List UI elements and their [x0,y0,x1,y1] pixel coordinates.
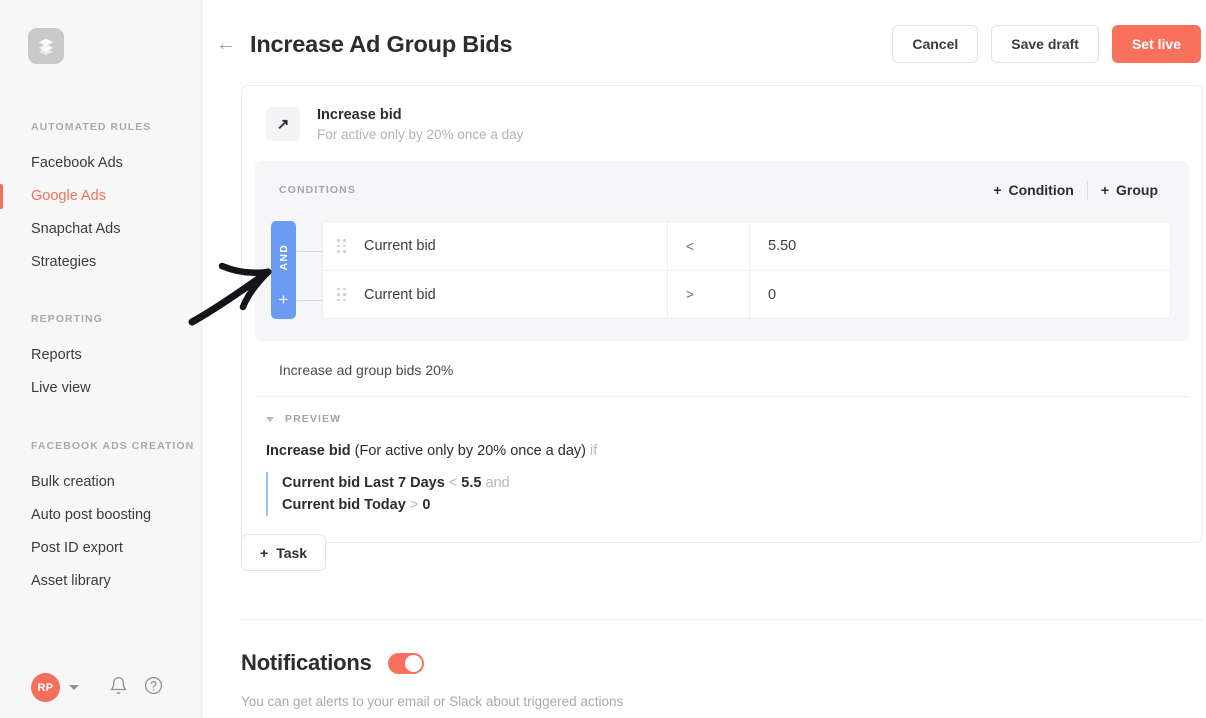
task-action-header: ↗ Increase bid For active only by 20% on… [242,86,1202,161]
caret-down-icon [266,417,274,422]
arrow-left-icon[interactable]: ← [216,34,236,54]
drag-handle-icon[interactable] [337,288,346,302]
connector-line [296,300,322,301]
add-condition-to-group-button[interactable]: + [279,291,289,308]
nav-section-label-reporting: REPORTING [0,313,201,325]
page-title: Increase Ad Group Bids [250,31,512,58]
preview-condition-operator: < [449,475,457,491]
condition-field-value: Current bid [364,238,436,254]
add-condition-button[interactable]: + Condition [980,182,1087,198]
preview-condition-field: Current bid Last 7 Days [282,475,445,491]
add-task-button[interactable]: + Task [241,534,326,571]
bell-icon[interactable] [109,676,128,700]
app-root: AUTOMATED RULES Facebook Ads Google Ads … [0,0,1206,718]
top-bar-actions: Cancel Save draft Set live [892,25,1201,63]
and-operator-label: AND [278,244,290,270]
condition-value-cell[interactable]: 5.50 [750,222,1170,270]
preview-condition-operator: > [410,497,418,513]
plus-icon: + [260,545,268,561]
condition-rows: Current bid < 5.50 Current bid > 0 [322,221,1171,319]
save-draft-button[interactable]: Save draft [991,25,1099,63]
conditions-panel-header: CONDITIONS + Condition + Group [255,178,1189,202]
app-logo[interactable] [28,28,64,64]
preview-toggle[interactable]: PREVIEW [242,397,1202,425]
add-group-button[interactable]: + Group [1088,182,1171,198]
task-action-subtitle: For active only by 20% once a day [317,125,523,145]
preview-condition-value: 5.5 [461,475,481,491]
chevron-down-icon[interactable] [69,685,79,690]
and-operator-block[interactable]: AND + [271,221,296,319]
sidebar-item-facebook-ads[interactable]: Facebook Ads [0,147,201,180]
arrow-up-right-icon: ↗ [266,107,300,141]
sidebar-item-snapchat-ads[interactable]: Snapchat Ads [0,213,201,246]
nav-section-label-facebook-ads-creation: FACEBOOK ADS CREATION [0,440,201,452]
notifications-description: You can get alerts to your email or Slac… [241,694,623,709]
preview-condition-field: Current bid Today [282,497,406,513]
sidebar: AUTOMATED RULES Facebook Ads Google Ads … [0,0,202,718]
preview-condition-value: 0 [422,497,430,513]
conditions-actions: + Condition + Group [980,181,1171,200]
preview-condition-line: Current bid Today > 0 [282,494,1178,516]
preview-headline-action: Increase bid [266,443,351,459]
sidebar-item-live-view[interactable]: Live view [0,372,201,405]
condition-value-cell[interactable]: 0 [750,271,1170,318]
condition-field-value: Current bid [364,287,436,303]
sidebar-item-reports[interactable]: Reports [0,339,201,372]
table-row[interactable]: Current bid > 0 [322,270,1171,319]
main-content: ← Increase Ad Group Bids Cancel Save dra… [202,0,1206,718]
preview-headline: Increase bid (For active only by 20% onc… [266,441,1178,461]
toggle-knob [405,655,422,672]
condition-field-cell[interactable]: Current bid [323,222,668,270]
set-live-button[interactable]: Set live [1112,25,1201,63]
preview-condition-line: Current bid Last 7 Days < 5.5 and [282,472,1178,494]
nav-group-facebook-ads-creation: FACEBOOK ADS CREATION Bulk creation Auto… [0,440,201,598]
nav-section-label-automated-rules: AUTOMATED RULES [0,121,201,133]
section-divider [241,619,1203,620]
conditions-body: AND + Current bid < [255,221,1189,319]
sidebar-item-strategies[interactable]: Strategies [0,246,201,279]
sidebar-item-asset-library[interactable]: Asset library [0,565,201,598]
sidebar-footer: RP [0,673,201,702]
action-description[interactable]: Increase ad group bids 20% [255,341,1189,397]
plus-icon: + [993,182,1001,198]
condition-operator-cell[interactable]: < [668,222,750,270]
table-row[interactable]: Current bid < 5.50 [322,221,1171,270]
conditions-label: CONDITIONS [279,184,356,196]
condition-operator-cell[interactable]: > [668,271,750,318]
preview-condition-suffix: and [486,475,510,491]
sidebar-item-auto-post-boosting[interactable]: Auto post boosting [0,499,201,532]
preview-body: Increase bid (For active only by 20% onc… [242,425,1202,542]
notifications-toggle[interactable] [388,653,424,674]
preview-headline-detail: (For active only by 20% once a day) [355,443,586,459]
preview-label: PREVIEW [285,413,341,425]
add-group-label: Group [1116,182,1158,198]
add-condition-label: Condition [1009,182,1074,198]
help-circle-icon[interactable] [144,676,163,700]
drag-handle-icon[interactable] [337,239,346,253]
preview-headline-if: if [590,443,597,459]
sidebar-item-google-ads[interactable]: Google Ads [0,180,201,213]
sidebar-item-bulk-creation[interactable]: Bulk creation [0,466,201,499]
add-task-label: Task [276,545,307,561]
condition-connectors [296,221,322,319]
nav-group-automated-rules: AUTOMATED RULES Facebook Ads Google Ads … [0,121,201,279]
avatar[interactable]: RP [31,673,60,702]
notifications-header: Notifications [241,650,424,676]
conditions-panel: CONDITIONS + Condition + Group [255,161,1189,341]
top-bar: ← Increase Ad Group Bids Cancel Save dra… [202,0,1206,88]
condition-field-cell[interactable]: Current bid [323,271,668,318]
sidebar-item-post-id-export[interactable]: Post ID export [0,532,201,565]
task-card: ↗ Increase bid For active only by 20% on… [241,85,1203,543]
preview-conditions: Current bid Last 7 Days < 5.5 and Curren… [266,472,1178,516]
cancel-button[interactable]: Cancel [892,25,978,63]
layers-logo-icon [28,28,64,64]
connector-line [296,251,322,252]
plus-icon: + [1101,182,1109,198]
task-action-title: Increase bid [317,106,523,124]
notifications-title: Notifications [241,650,372,676]
task-action-text: Increase bid For active only by 20% once… [317,106,523,145]
nav-group-reporting: REPORTING Reports Live view [0,313,201,405]
